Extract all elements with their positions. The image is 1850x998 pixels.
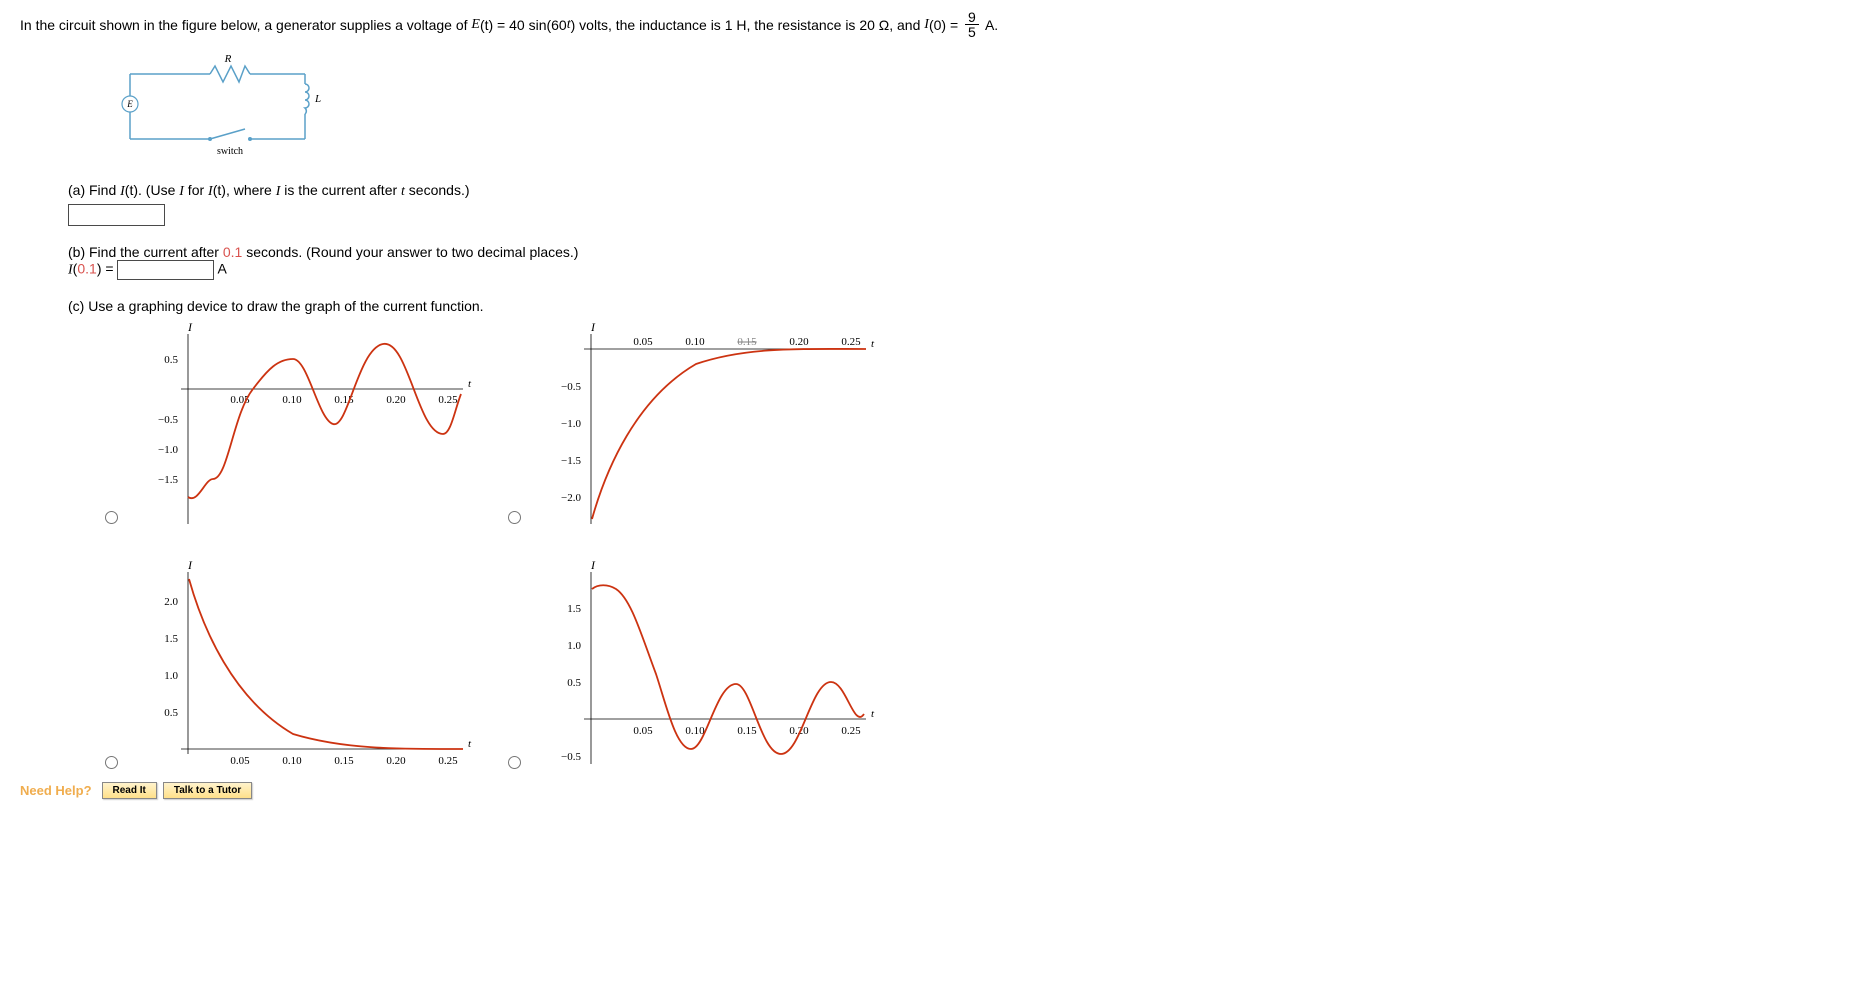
svg-text:−1.0: −1.0	[158, 444, 178, 456]
svg-text:0.15: 0.15	[737, 336, 757, 348]
svg-text:−0.5: −0.5	[561, 381, 581, 393]
curve-1	[188, 344, 461, 498]
answer-input-b[interactable]	[117, 260, 214, 280]
text: (0) =	[929, 17, 962, 33]
circuit-svg: R L E switch	[110, 54, 330, 164]
svg-text:0.10: 0.10	[685, 336, 705, 348]
graph-row-1: I t 0.5 −0.5 −1.0 −1.5 0.05 0.10 0.15 0.…	[100, 319, 1830, 529]
curve-2	[592, 349, 866, 519]
svg-text:1.5: 1.5	[164, 633, 178, 645]
graph-1-svg: I t 0.5 −0.5 −1.0 −1.5 0.05 0.10 0.15 0.…	[133, 319, 473, 529]
svg-text:0.25: 0.25	[841, 725, 861, 737]
radio-graph-1[interactable]	[105, 511, 118, 524]
graph-option-2: I t −0.5 −1.0 −1.5 −2.0 0.05 0.10 0.15 0…	[503, 319, 876, 529]
part-b-line2: I(0.1) = A	[68, 260, 1830, 280]
part-a: (a) Find I(t). (Use I for I(t), where I …	[68, 182, 1830, 226]
svg-text:I: I	[590, 558, 596, 572]
svg-text:0.25: 0.25	[438, 755, 458, 767]
svg-text:0.5: 0.5	[567, 677, 581, 689]
svg-text:I: I	[187, 558, 193, 572]
part-a-text: (a) Find I(t). (Use I for I(t), where I …	[68, 182, 1830, 200]
label-switch: switch	[217, 146, 243, 157]
svg-text:0.25: 0.25	[841, 336, 861, 348]
svg-text:0.05: 0.05	[633, 336, 653, 348]
graph-row-2: I t 2.0 1.5 1.0 0.5 0.05 0.10 0.15 0.20 …	[100, 554, 1830, 774]
svg-text:0.10: 0.10	[282, 394, 302, 406]
graph-3-svg: I t 2.0 1.5 1.0 0.5 0.05 0.10 0.15 0.20 …	[133, 554, 473, 774]
svg-text:t: t	[871, 338, 875, 350]
svg-text:0.15: 0.15	[334, 755, 354, 767]
svg-text:0.25: 0.25	[438, 394, 458, 406]
var-E: E	[471, 17, 480, 33]
svg-text:0.20: 0.20	[789, 336, 809, 348]
svg-text:t: t	[468, 378, 472, 390]
graph-option-1: I t 0.5 −0.5 −1.0 −1.5 0.05 0.10 0.15 0.…	[100, 319, 473, 529]
svg-text:1.5: 1.5	[567, 603, 581, 615]
numerator: 9	[965, 10, 979, 25]
svg-text:0.5: 0.5	[164, 707, 178, 719]
svg-text:t: t	[871, 708, 875, 720]
svg-text:0.10: 0.10	[685, 725, 705, 737]
svg-text:−1.5: −1.5	[561, 455, 581, 467]
curve-3	[189, 579, 463, 749]
part-b-text: (b) Find the current after 0.1 seconds. …	[68, 244, 1830, 260]
label-E: E	[126, 99, 133, 109]
graph-2-svg: I t −0.5 −1.0 −1.5 −2.0 0.05 0.10 0.15 0…	[536, 319, 876, 529]
text: A.	[982, 17, 998, 33]
radio-graph-2[interactable]	[508, 511, 521, 524]
radio-graph-3[interactable]	[105, 756, 118, 769]
svg-text:−0.5: −0.5	[158, 414, 178, 426]
read-it-button[interactable]: Read It	[102, 782, 157, 799]
graph-option-4: I t 1.5 1.0 0.5 −0.5 0.05 0.10 0.15 0.20…	[503, 554, 876, 774]
svg-text:I: I	[187, 320, 193, 334]
denominator: 5	[965, 25, 979, 39]
talk-tutor-button[interactable]: Talk to a Tutor	[163, 782, 252, 799]
part-b: (b) Find the current after 0.1 seconds. …	[68, 244, 1830, 280]
need-help-row: Need Help? Read It Talk to a Tutor	[20, 782, 1830, 799]
svg-text:1.0: 1.0	[567, 640, 581, 652]
svg-text:0.20: 0.20	[386, 394, 406, 406]
svg-text:0.15: 0.15	[737, 725, 757, 737]
svg-text:I: I	[590, 320, 596, 334]
circuit-diagram: R L E switch	[110, 54, 1830, 167]
text: = 40 sin(60	[493, 17, 567, 33]
svg-text:−2.0: −2.0	[561, 492, 581, 504]
svg-text:−0.5: −0.5	[561, 751, 581, 763]
svg-text:t: t	[468, 738, 472, 750]
label-L: L	[314, 93, 321, 105]
text: (t)	[480, 17, 493, 33]
part-c-text: (c) Use a graphing device to draw the gr…	[68, 298, 484, 314]
text: In the circuit shown in the figure below…	[20, 17, 471, 33]
text: ) volts, the inductance is 1 H, the resi…	[571, 17, 925, 33]
label-R: R	[224, 54, 232, 65]
part-c: (c) Use a graphing device to draw the gr…	[68, 298, 1830, 314]
svg-text:2.0: 2.0	[164, 596, 178, 608]
svg-text:0.05: 0.05	[230, 755, 250, 767]
fraction: 9 5	[965, 10, 979, 39]
svg-text:1.0: 1.0	[164, 670, 178, 682]
svg-text:0.05: 0.05	[633, 725, 653, 737]
graph-4-svg: I t 1.5 1.0 0.5 −0.5 0.05 0.10 0.15 0.20…	[536, 554, 876, 774]
svg-text:−1.5: −1.5	[158, 474, 178, 486]
radio-graph-4[interactable]	[508, 756, 521, 769]
need-help-label: Need Help?	[20, 783, 92, 798]
svg-text:0.10: 0.10	[282, 755, 302, 767]
svg-text:0.20: 0.20	[386, 755, 406, 767]
graph-option-3: I t 2.0 1.5 1.0 0.5 0.05 0.10 0.15 0.20 …	[100, 554, 473, 774]
svg-text:0.5: 0.5	[164, 354, 178, 366]
problem-statement: In the circuit shown in the figure below…	[20, 10, 1830, 39]
answer-input-a[interactable]	[68, 204, 165, 226]
svg-text:−1.0: −1.0	[561, 418, 581, 430]
